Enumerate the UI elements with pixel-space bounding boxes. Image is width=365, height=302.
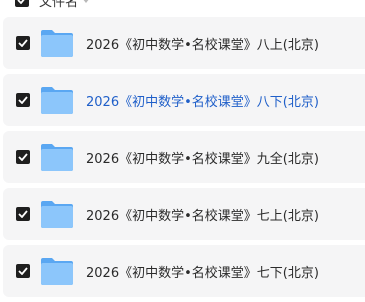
file-row[interactable]: 2026《初中数学•名校课堂》七下(北京) bbox=[3, 245, 365, 297]
row-checkbox[interactable] bbox=[16, 36, 30, 50]
file-name[interactable]: 2026《初中数学•名校课堂》九全(北京) bbox=[86, 148, 319, 167]
row-checkbox[interactable] bbox=[16, 207, 30, 221]
folder-icon bbox=[41, 144, 73, 171]
caret-down-icon[interactable] bbox=[82, 0, 91, 3]
list-header: 文件名 bbox=[0, 0, 91, 10]
file-name[interactable]: 2026《初中数学•名校课堂》八上(北京) bbox=[86, 34, 319, 53]
file-name[interactable]: 2026《初中数学•名校课堂》七下(北京) bbox=[86, 262, 319, 281]
file-row[interactable]: 2026《初中数学•名校课堂》七上(北京) bbox=[3, 188, 365, 240]
check-icon bbox=[17, 0, 25, 4]
folder-icon bbox=[41, 87, 73, 114]
folder-icon bbox=[41, 258, 73, 285]
column-header-name[interactable]: 文件名 bbox=[39, 0, 78, 10]
check-icon bbox=[18, 39, 28, 47]
file-name[interactable]: 2026《初中数学•名校课堂》七上(北京) bbox=[86, 205, 319, 224]
file-row[interactable]: 2026《初中数学•名校课堂》八下(北京) bbox=[3, 74, 365, 126]
select-all-checkbox[interactable] bbox=[15, 0, 29, 7]
row-checkbox[interactable] bbox=[16, 150, 30, 164]
check-icon bbox=[18, 96, 28, 104]
file-name[interactable]: 2026《初中数学•名校课堂》八下(北京) bbox=[86, 91, 319, 110]
check-icon bbox=[18, 210, 28, 218]
file-list-panel: 文件名 2026《初中数学•名校课堂》八上(北京) 2026《初中数学•名校课堂… bbox=[0, 0, 365, 302]
folder-icon bbox=[41, 201, 73, 228]
file-row[interactable]: 2026《初中数学•名校课堂》八上(北京) bbox=[3, 17, 365, 69]
folder-icon bbox=[41, 30, 73, 57]
row-checkbox[interactable] bbox=[16, 93, 30, 107]
file-row[interactable]: 2026《初中数学•名校课堂》九全(北京) bbox=[3, 131, 365, 183]
file-list: 2026《初中数学•名校课堂》八上(北京) 2026《初中数学•名校课堂》八下(… bbox=[3, 17, 365, 302]
check-icon bbox=[18, 267, 28, 275]
check-icon bbox=[18, 153, 28, 161]
row-checkbox[interactable] bbox=[16, 264, 30, 278]
